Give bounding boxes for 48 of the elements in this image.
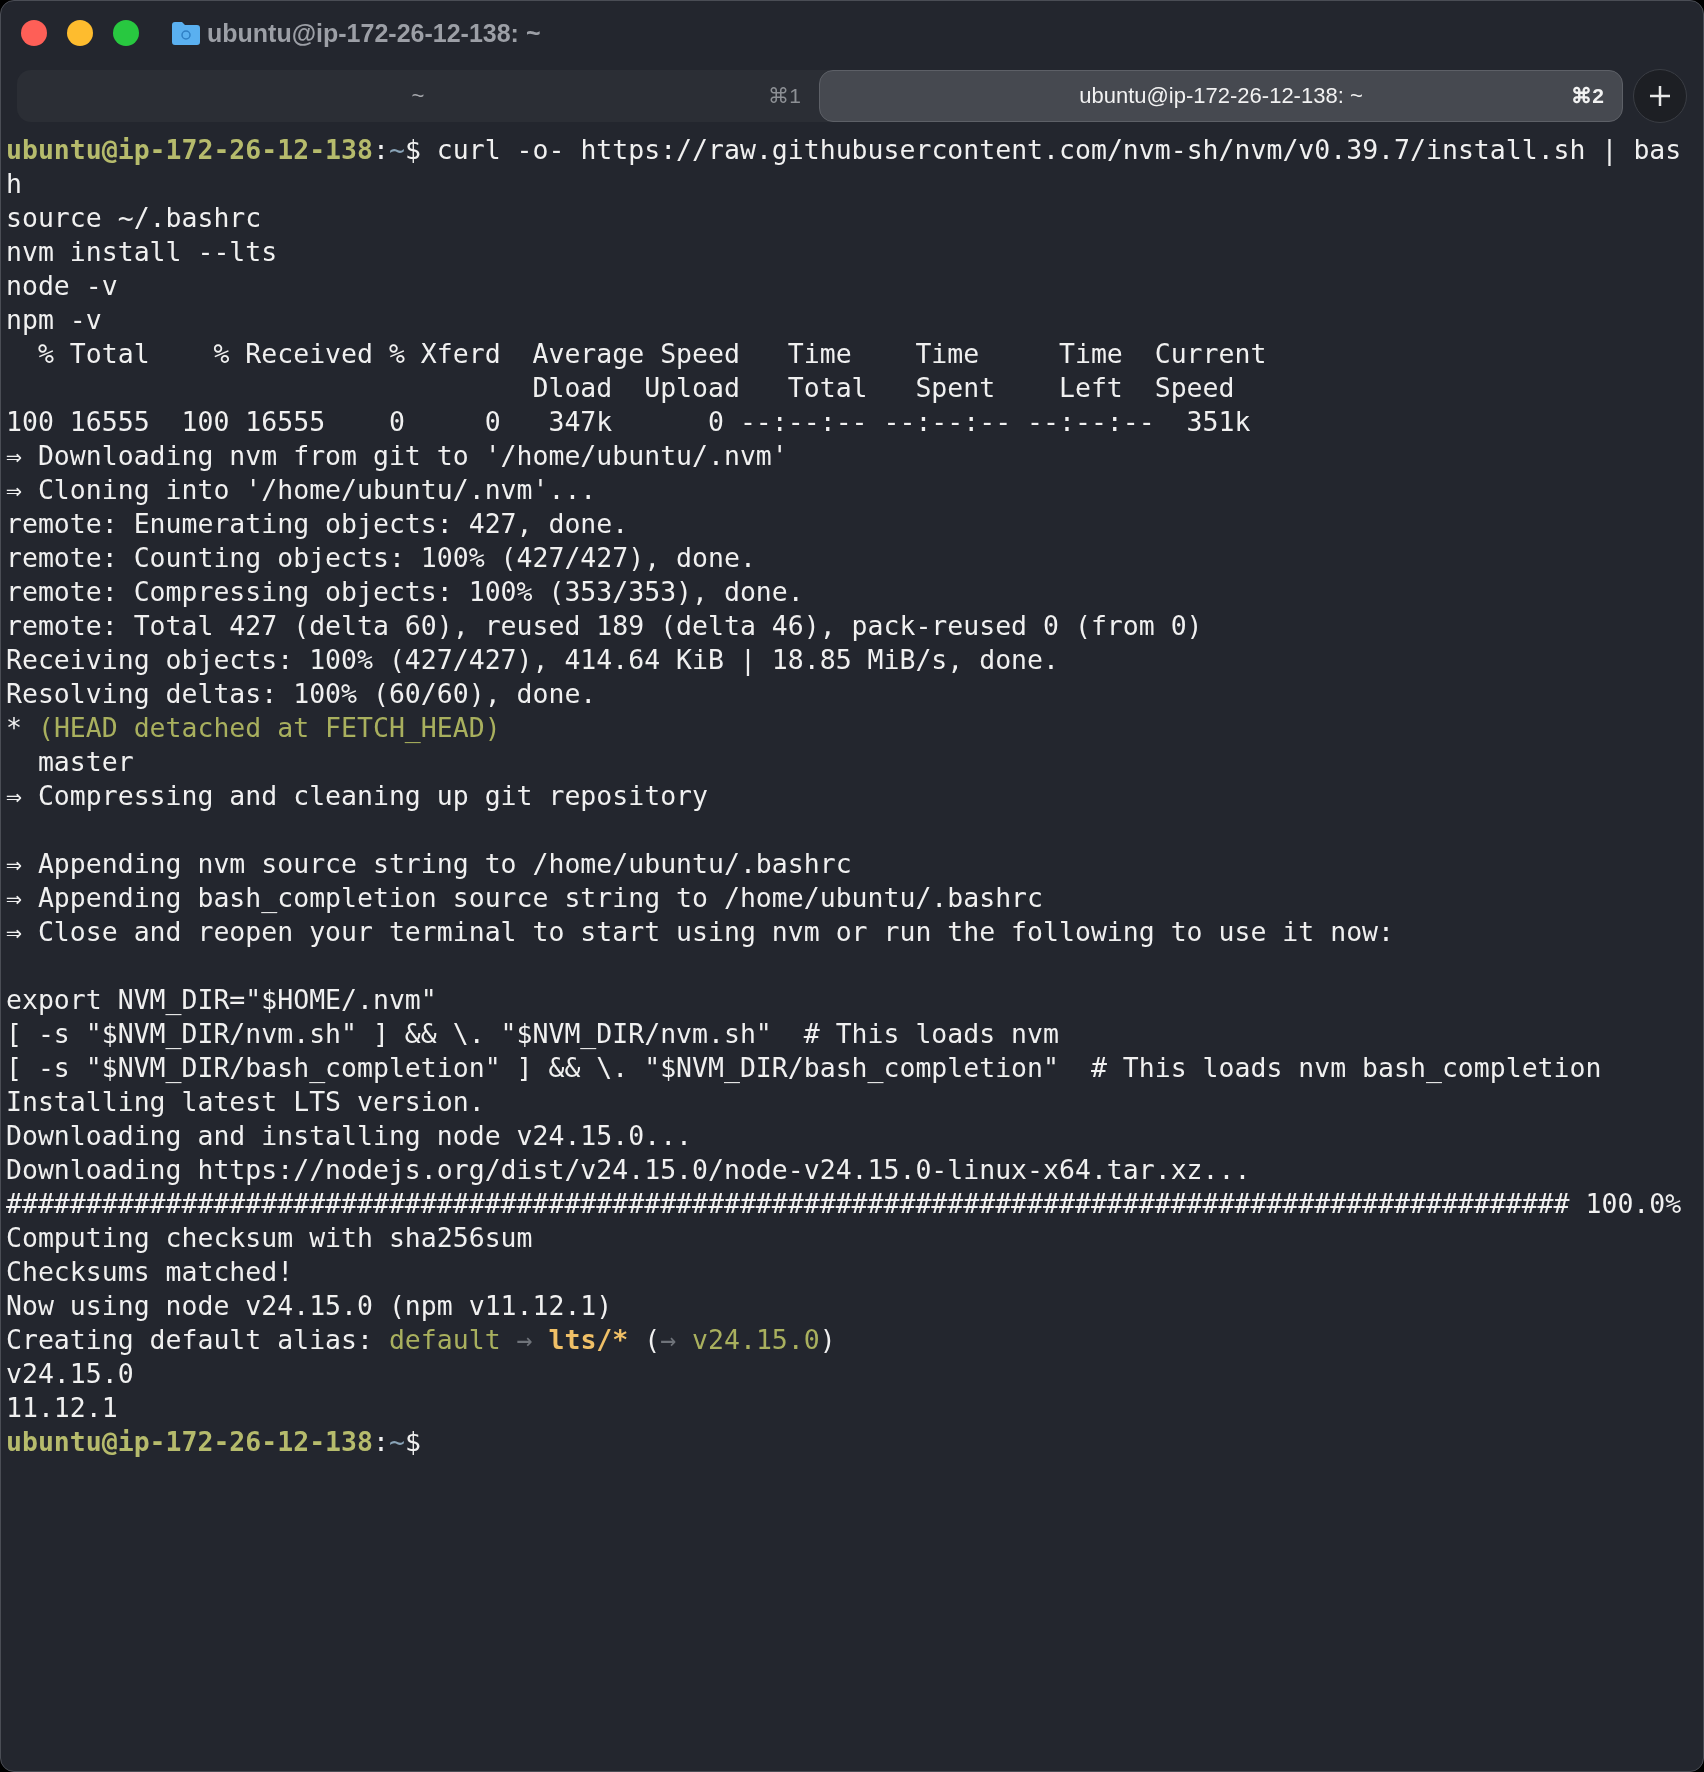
terminal-line: ################################################################################################## 100.0%: [6, 1187, 1682, 1221]
terminal-line: % Total % Received % Xferd Average Speed Time Time Time Current: [36, 337, 1267, 371]
terminal-line: v24.15.0: [6, 1357, 134, 1391]
maximize-button[interactable]: [113, 20, 139, 46]
terminal-line: ⇒ Appending nvm source string to /home/ubuntu/.bashrc: [6, 847, 852, 881]
plus-icon: [1648, 84, 1672, 108]
terminal-line: remote: Enumerating objects: 427, done.: [6, 507, 629, 541]
terminal-line: Now using node v24.15.0 (npm v11.12.1): [6, 1289, 613, 1323]
terminal-line: 11.12.1: [6, 1391, 118, 1425]
terminal-line: master: [36, 745, 134, 779]
new-tab-button[interactable]: [1633, 69, 1687, 123]
window-title: ubuntu@ip-172-26-12-138: ~: [207, 18, 541, 48]
terminal-line: ubuntu@ip-172-26-12-138:~$: [6, 1425, 421, 1459]
terminal-line: Downloading https://nodejs.org/dist/v24.15.0/node-v24.15.0-linux-x64.tar.xz...: [6, 1153, 1251, 1187]
terminal-line: ⇒ Close and reopen your terminal to start using nvm or run the following to use it now:: [6, 915, 1395, 949]
terminal-line: h: [6, 167, 22, 201]
terminal-line: ubuntu@ip-172-26-12-138:~$ curl -o- https://raw.githubusercontent.com/nvm-sh/nvm/v0.39.7/install.sh | bas: [6, 133, 1682, 167]
terminal-line: Installing latest LTS version.: [6, 1085, 485, 1119]
terminal-line: ⇒ Downloading nvm from git to '/home/ubuntu/.nvm': [6, 439, 788, 473]
terminal-line: [ -s "$NVM_DIR/bash_completion" ] && \. "$NVM_DIR/bash_completion" # This loads nvm bash_completion: [6, 1051, 1602, 1085]
terminal-line: node -v: [6, 269, 118, 303]
terminal-line: export NVM_DIR="$HOME/.nvm": [6, 983, 437, 1017]
minimize-button[interactable]: [67, 20, 93, 46]
terminal-line: remote: Compressing objects: 100% (353/353), done.: [6, 575, 804, 609]
shortcut-label: ⌘2: [1571, 84, 1604, 108]
terminal-line: Creating default alias: default → lts/* (→ v24.15.0): [6, 1323, 836, 1357]
terminal-line: source ~/.bashrc: [6, 201, 262, 235]
terminal-line: Checksums matched!: [6, 1255, 294, 1289]
terminal-line: ⇒ Appending bash_completion source string to /home/ubuntu/.bashrc: [6, 881, 1044, 915]
terminal-line: nvm install --lts: [6, 235, 278, 269]
terminal-line: remote: Counting objects: 100% (427/427), done.: [6, 541, 756, 575]
terminal-line: Computing checksum with sha256sum: [6, 1221, 533, 1255]
folder-icon: [171, 20, 201, 46]
terminal-line: ⇒ Cloning into '/home/ubuntu/.nvm'...: [6, 473, 597, 507]
terminal-line: npm -v: [6, 303, 102, 337]
terminal-line: remote: Total 427 (delta 60), reused 189 (delta 46), pack-reused 0 (from 0): [6, 609, 1203, 643]
terminal-line: Downloading and installing node v24.15.0...: [6, 1119, 693, 1153]
terminal-line: ⇒ Compressing and cleaning up git repository: [6, 779, 708, 813]
terminal-tab[interactable]: ubuntu@ip-172-26-12-138: ~ ⌘2: [819, 70, 1623, 122]
terminal-line: Receiving objects: 100% (427/427), 414.64 KiB | 18.85 MiB/s, done.: [6, 643, 1059, 677]
shortcut-label: ⌘1: [768, 84, 801, 108]
terminal-line: 100 16555 100 16555 0 0 347k 0 --:--:-- --:--:-- --:--:-- 351k: [6, 405, 1251, 439]
terminal-line: Resolving deltas: 100% (60/60), done.: [6, 677, 597, 711]
close-button[interactable]: [21, 20, 47, 46]
terminal-line: Dload Upload Total Spent Left Speed: [531, 371, 1235, 405]
terminal-line: * (HEAD detached at FETCH_HEAD): [6, 711, 501, 745]
terminal-line: [ -s "$NVM_DIR/nvm.sh" ] && \. "$NVM_DIR/nvm.sh" # This loads nvm: [6, 1017, 1059, 1051]
terminal-tab[interactable]: ~ ⌘1: [17, 70, 819, 122]
